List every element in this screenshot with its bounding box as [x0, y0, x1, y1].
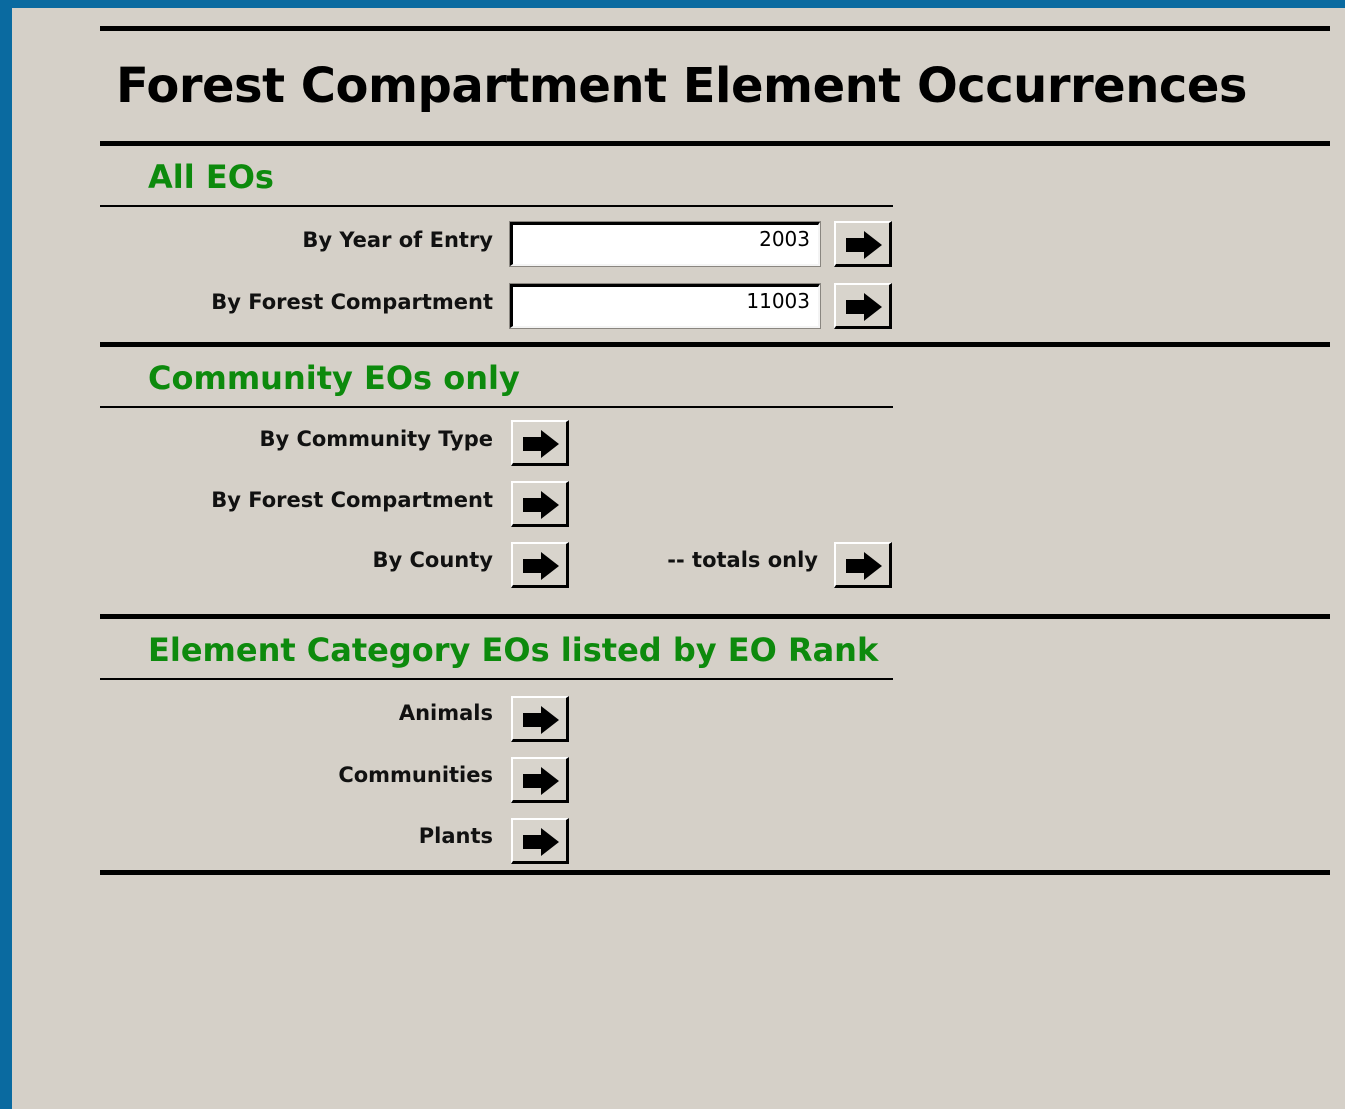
animals-label: Animals [398, 701, 493, 725]
divider-bottom [100, 870, 1330, 875]
arrow-right-icon [846, 231, 882, 259]
arrow-right-icon [523, 767, 559, 795]
section-heading-community-eos: Community EOs only [148, 359, 520, 397]
plants-go-button[interactable] [511, 818, 569, 864]
arrow-right-icon [523, 491, 559, 519]
section-underline-community-eos [100, 406, 893, 408]
page-title: Forest Compartment Element Occurrences [116, 58, 1247, 114]
divider-top [100, 26, 1330, 31]
forest-compartment-input[interactable] [509, 283, 821, 329]
county-label: By County [372, 548, 493, 572]
divider-community-bottom [100, 614, 1330, 619]
arrow-right-icon [523, 552, 559, 580]
arrow-right-icon [846, 552, 882, 580]
communities-label: Communities [338, 763, 493, 787]
totals-only-label: -- totals only [667, 548, 818, 572]
section-heading-all-eos: All EOs [148, 158, 274, 196]
year-of-entry-label: By Year of Entry [302, 228, 493, 252]
community-type-label: By Community Type [259, 427, 493, 451]
year-of-entry-input[interactable] [509, 221, 821, 267]
arrow-right-icon [523, 828, 559, 856]
animals-go-button[interactable] [511, 696, 569, 742]
section-underline-element-category [100, 678, 893, 680]
divider-title-bottom [100, 141, 1330, 146]
divider-all-eos-bottom [100, 342, 1330, 347]
forest-compartment-label: By Forest Compartment [211, 290, 493, 314]
arrow-right-icon [523, 706, 559, 734]
totals-only-go-button[interactable] [834, 542, 892, 588]
year-of-entry-go-button[interactable] [834, 221, 892, 267]
communities-go-button[interactable] [511, 757, 569, 803]
section-heading-element-category: Element Category EOs listed by EO Rank [148, 631, 879, 669]
plants-label: Plants [418, 824, 493, 848]
community-type-go-button[interactable] [511, 420, 569, 466]
community-compartment-go-button[interactable] [511, 481, 569, 527]
forest-compartment-go-button[interactable] [834, 283, 892, 329]
section-underline-all-eos [100, 205, 893, 207]
county-go-button[interactable] [511, 542, 569, 588]
community-compartment-label: By Forest Compartment [211, 488, 493, 512]
arrow-right-icon [523, 430, 559, 458]
arrow-right-icon [846, 293, 882, 321]
